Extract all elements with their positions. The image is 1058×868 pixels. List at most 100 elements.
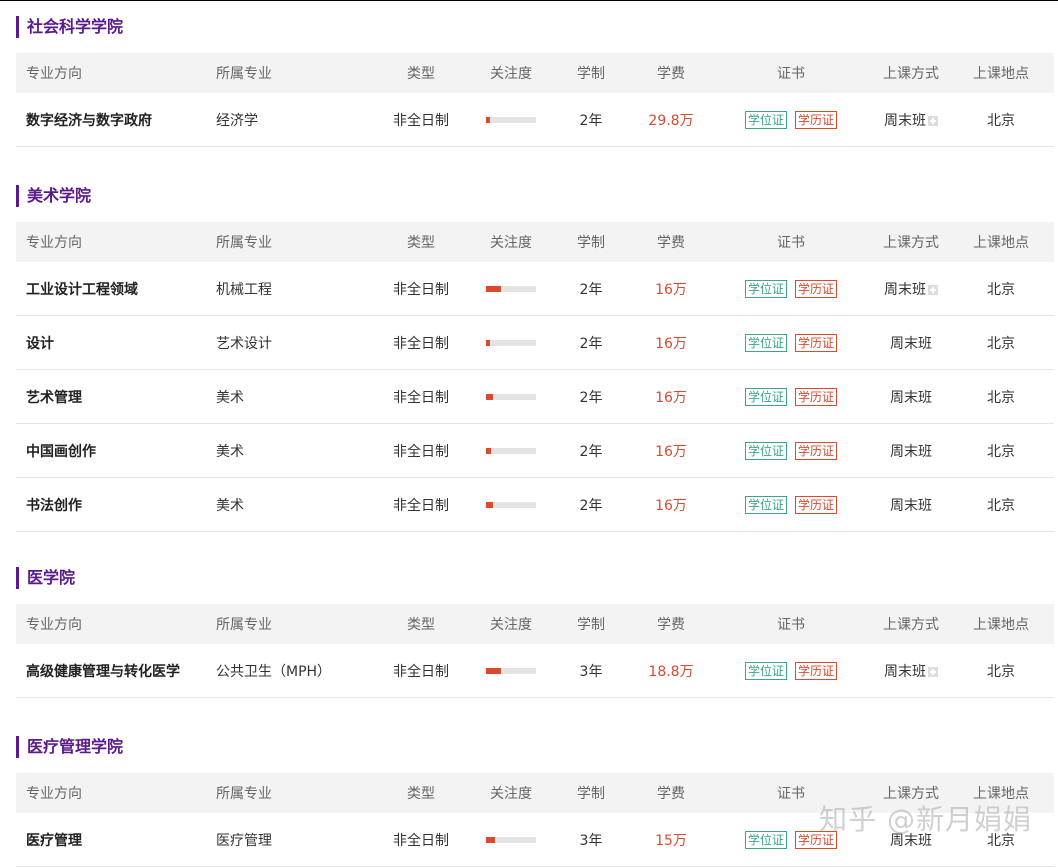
header-fee: 学费 [657,235,685,251]
major-cell: 美术 [216,443,244,460]
direction-link[interactable]: 艺术管理 [16,387,206,407]
section-title: 医学院 [16,567,1054,589]
mode-label: 周末班 [890,335,932,352]
duration-cell: 3年 [579,832,603,849]
section-fine-arts: 美术学院 专业方向 所属专业 类型 关注度 学制 学费 证书 上课方式 上课地点… [16,185,1054,532]
type-cell: 非全日制 [393,389,449,406]
direction-link[interactable]: 数字经济与数字政府 [16,110,206,130]
mode-cell: 周末班 [866,830,956,850]
fee-cell: 16万 [655,335,687,352]
type-cell: 非全日制 [393,663,449,680]
certificate-cell: 学位证 学历证 [716,110,866,129]
table-row[interactable]: 医疗管理 医疗管理 非全日制 3年 15万 学位证 学历证 周末班 北京 [16,813,1054,867]
section-title: 社会科学学院 [16,16,1054,38]
fee-cell: 16万 [655,281,687,298]
major-cell: 美术 [216,497,244,514]
attention-bar [486,285,536,292]
header-attention: 关注度 [490,235,532,251]
header-attention: 关注度 [490,786,532,802]
expand-plus-icon[interactable] [928,284,938,295]
mode-label: 周末班 [890,832,932,849]
direction-link[interactable]: 工业设计工程领域 [16,279,206,299]
attention-bar [486,393,536,400]
header-major: 所属专业 [216,235,272,251]
mode-cell: 周末班 [866,110,956,130]
header-location: 上课地点 [973,617,1029,633]
header-certificate: 证书 [777,235,805,251]
major-cell: 机械工程 [216,281,272,298]
header-direction: 专业方向 [26,786,82,802]
header-type: 类型 [407,786,435,802]
header-location: 上课地点 [973,235,1029,251]
mode-cell: 周末班 [866,441,956,461]
direction-link[interactable]: 中国画创作 [16,441,206,461]
mode-cell: 周末班 [866,661,956,681]
header-certificate: 证书 [777,786,805,802]
attention-cell [466,285,556,292]
header-mode: 上课方式 [883,235,939,251]
table-row[interactable]: 书法创作 美术 非全日制 2年 16万 学位证 学历证 周末班 北京 [16,478,1054,532]
header-certificate: 证书 [777,617,805,633]
type-cell: 非全日制 [393,335,449,352]
degree-certificate-badge: 学位证 [744,387,787,406]
header-mode: 上课方式 [883,66,939,82]
duration-cell: 2年 [579,497,603,514]
attention-bar [486,667,536,674]
table-row[interactable]: 数字经济与数字政府 经济学 非全日制 2年 29.8万 学位证 学历证 周末班 北京 [16,93,1054,147]
mode-label: 周末班 [884,663,926,680]
certificate-cell: 学位证 学历证 [716,333,866,352]
attention-cell [466,116,556,123]
attention-cell [466,393,556,400]
major-cell: 艺术设计 [216,335,272,352]
attention-cell [466,447,556,454]
header-fee: 学费 [657,617,685,633]
direction-link[interactable]: 书法创作 [16,495,206,515]
expand-plus-icon[interactable] [928,666,938,677]
type-cell: 非全日制 [393,497,449,514]
mode-cell: 周末班 [866,387,956,407]
header-direction: 专业方向 [26,66,82,82]
diploma-certificate-badge: 学历证 [795,830,838,849]
mode-label: 周末班 [890,389,932,406]
certificate-cell: 学位证 学历证 [716,661,866,680]
mode-label: 周末班 [890,443,932,460]
location-cell: 北京 [987,832,1015,849]
type-cell: 非全日制 [393,832,449,849]
certificate-cell: 学位证 学历证 [716,279,866,298]
location-cell: 北京 [987,335,1015,352]
direction-link[interactable]: 设计 [16,333,206,353]
header-duration: 学制 [577,786,605,802]
major-cell: 经济学 [216,112,258,129]
location-cell: 北京 [987,443,1015,460]
attention-bar [486,836,536,843]
diploma-certificate-badge: 学历证 [795,279,838,298]
direction-link[interactable]: 医疗管理 [16,830,206,850]
table-row[interactable]: 高级健康管理与转化医学 公共卫生（MPH） 非全日制 3年 18.8万 学位证 学历证 周末班… [16,644,1054,698]
header-certificate: 证书 [777,66,805,82]
degree-certificate-badge: 学位证 [744,110,787,129]
header-duration: 学制 [577,66,605,82]
expand-plus-icon[interactable] [928,115,938,126]
attention-bar-fill [486,447,491,454]
diploma-certificate-badge: 学历证 [795,110,838,129]
major-cell: 美术 [216,389,244,406]
fee-cell: 16万 [655,497,687,514]
header-location: 上课地点 [973,66,1029,82]
fee-cell: 16万 [655,389,687,406]
direction-link[interactable]: 高级健康管理与转化医学 [16,661,206,681]
table-row[interactable]: 工业设计工程领域 机械工程 非全日制 2年 16万 学位证 学历证 周末班 北京 [16,262,1054,316]
table-header: 专业方向 所属专业 类型 关注度 学制 学费 证书 上课方式 上课地点 [16,53,1054,93]
table-row[interactable]: 设计 艺术设计 非全日制 2年 16万 学位证 学历证 周末班 北京 [16,316,1054,370]
header-type: 类型 [407,617,435,633]
certificate-cell: 学位证 学历证 [716,441,866,460]
location-cell: 北京 [987,663,1015,680]
table-row[interactable]: 中国画创作 美术 非全日制 2年 16万 学位证 学历证 周末班 北京 [16,424,1054,478]
table-row[interactable]: 艺术管理 美术 非全日制 2年 16万 学位证 学历证 周末班 北京 [16,370,1054,424]
certificate-cell: 学位证 学历证 [716,495,866,514]
section-title: 医疗管理学院 [16,736,1054,758]
header-fee: 学费 [657,786,685,802]
type-cell: 非全日制 [393,443,449,460]
header-attention: 关注度 [490,617,532,633]
diploma-certificate-badge: 学历证 [795,661,838,680]
type-cell: 非全日制 [393,112,449,129]
